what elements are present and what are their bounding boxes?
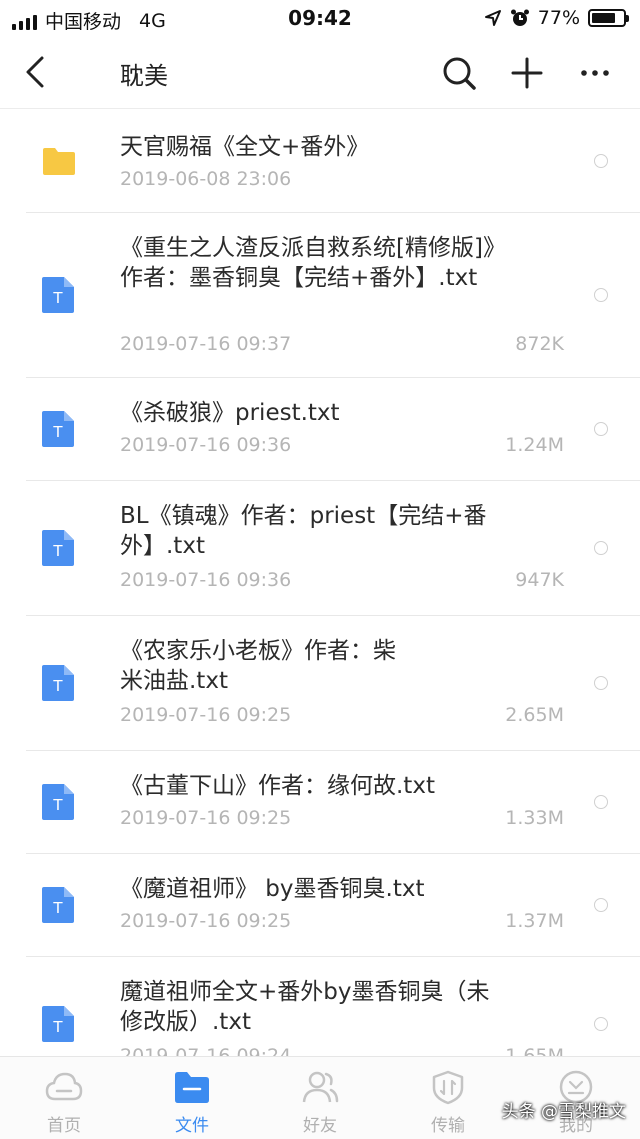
nav-bar: 耽美 <box>0 36 640 109</box>
alarm-icon <box>510 9 529 26</box>
file-name: 天官赐福《全文+番外》 <box>120 134 370 160</box>
select-radio[interactable] <box>594 422 608 436</box>
tab-transfer[interactable]: 传输 <box>384 1057 512 1139</box>
svg-text:T: T <box>52 542 63 560</box>
select-radio[interactable] <box>594 1017 608 1031</box>
folder-icon <box>175 1072 209 1103</box>
txt-file-icon: T <box>42 277 74 313</box>
svg-text:T: T <box>52 677 63 695</box>
file-date: 2019-07-16 09:37 <box>120 333 292 355</box>
file-size: 872K <box>515 333 564 355</box>
select-radio[interactable] <box>594 154 608 168</box>
file-row[interactable]: T 《重生之人渣反派自救系统[精修版]》作者：墨香铜臭【完结+番外】.txt 2… <box>26 213 640 378</box>
svg-text:T: T <box>52 796 63 814</box>
file-size: 1.33M <box>505 807 564 829</box>
file-name: 《古董下山》作者：缘何故.txt <box>120 773 435 799</box>
cloud-icon <box>45 1072 83 1101</box>
file-name: 《魔道祖师》 by墨香铜臭.txt <box>120 876 425 902</box>
file-name: 《重生之人渣反派自救系统[精修版]》作者：墨香铜臭【完结+番外】.txt <box>120 235 506 291</box>
file-list: 天官赐福《全文+番外》 2019-06-08 23:06 T 《重生之人渣反派自… <box>0 110 640 1091</box>
watermark: 头条 @雪梨推文 <box>501 1102 626 1122</box>
status-right: 77% <box>484 7 629 29</box>
friends-icon <box>302 1071 339 1103</box>
tab-label: 好友 <box>303 1116 337 1136</box>
more-dots-icon[interactable] <box>576 54 614 92</box>
file-size: 1.37M <box>505 910 564 932</box>
plus-icon[interactable] <box>508 54 546 92</box>
file-size: 1.24M <box>505 434 564 456</box>
svg-text:T: T <box>52 1018 63 1036</box>
txt-file-icon: T <box>42 665 74 701</box>
tab-label: 文件 <box>175 1116 209 1136</box>
chevron-left-icon[interactable] <box>18 52 58 92</box>
file-date: 2019-07-16 09:36 <box>120 434 292 456</box>
svg-text:T: T <box>52 423 63 441</box>
status-bar: 中国移动 4G 09:42 77% <box>0 0 640 36</box>
tab-label: 传输 <box>431 1116 465 1136</box>
file-date: 2019-07-16 09:25 <box>120 807 292 829</box>
select-radio[interactable] <box>594 676 608 690</box>
file-size: 947K <box>515 569 564 591</box>
file-row[interactable]: T 《魔道祖师》 by墨香铜臭.txt 2019-07-16 09:25 1.3… <box>26 854 640 957</box>
txt-file-icon: T <box>42 411 74 447</box>
file-row[interactable]: T 《古董下山》作者：缘何故.txt 2019-07-16 09:25 1.33… <box>26 751 640 854</box>
tab-files[interactable]: 文件 <box>128 1057 256 1139</box>
select-radio[interactable] <box>594 795 608 809</box>
battery-percent: 77% <box>537 7 580 29</box>
select-radio[interactable] <box>594 898 608 912</box>
file-date: 2019-07-16 09:25 <box>120 704 292 726</box>
select-radio[interactable] <box>594 288 608 302</box>
file-name: 《农家乐小老板》作者：柴米油盐.txt <box>120 638 396 694</box>
select-radio[interactable] <box>594 541 608 555</box>
search-icon[interactable] <box>440 54 478 92</box>
page-title: 耽美 <box>120 62 168 90</box>
file-name: 魔道祖师全文+番外by墨香铜臭（未修改版）.txt <box>120 979 490 1035</box>
svg-text:T: T <box>52 899 63 917</box>
file-row-folder[interactable]: 天官赐福《全文+番外》 2019-06-08 23:06 <box>26 110 640 213</box>
txt-file-icon: T <box>42 530 74 566</box>
txt-file-icon: T <box>42 887 74 923</box>
file-name: 《杀破狼》priest.txt <box>120 400 340 426</box>
folder-icon <box>43 148 75 175</box>
transfer-icon <box>432 1070 464 1105</box>
tab-label: 首页 <box>47 1116 81 1136</box>
tab-friends[interactable]: 好友 <box>256 1057 384 1139</box>
file-date: 2019-07-16 09:25 <box>120 910 292 932</box>
file-row[interactable]: T 《杀破狼》priest.txt 2019-07-16 09:36 1.24M <box>26 378 640 481</box>
file-row[interactable]: T BL《镇魂》作者：priest【完结+番外】.txt 2019-07-16 … <box>26 481 640 616</box>
file-date: 2019-06-08 23:06 <box>120 168 292 190</box>
file-date: 2019-07-16 09:36 <box>120 569 292 591</box>
svg-text:T: T <box>52 289 63 307</box>
txt-file-icon: T <box>42 1006 74 1042</box>
tab-home[interactable]: 首页 <box>0 1057 128 1139</box>
battery-icon <box>588 9 629 27</box>
file-name: BL《镇魂》作者：priest【完结+番外】.txt <box>120 503 487 559</box>
txt-file-icon: T <box>42 784 74 820</box>
location-arrow-icon <box>484 10 501 26</box>
file-size: 2.65M <box>505 704 564 726</box>
file-row[interactable]: T 《农家乐小老板》作者：柴米油盐.txt 2019-07-16 09:25 2… <box>26 616 640 751</box>
